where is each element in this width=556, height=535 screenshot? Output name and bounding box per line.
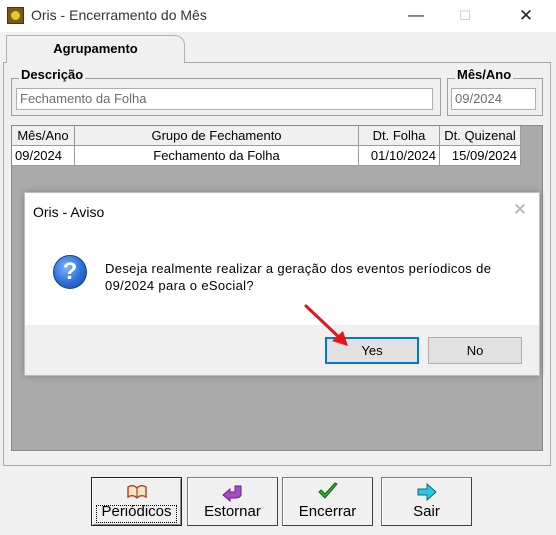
descricao-field[interactable]: Fechamento da Folha: [16, 88, 433, 110]
sair-label: Sair: [413, 503, 440, 520]
periodicos-button[interactable]: Periódicos: [91, 477, 182, 526]
focus-rectangle: [96, 505, 177, 523]
sair-button[interactable]: Sair: [381, 477, 472, 526]
title-bar: Oris - Encerramento do Mês — ☐ ✕: [0, 0, 556, 32]
no-button[interactable]: No: [428, 337, 522, 364]
exit-arrow-icon: [417, 482, 437, 502]
table-cell-grupo[interactable]: Fechamento da Folha: [75, 146, 359, 166]
column-header-dt-folha[interactable]: Dt. Folha: [359, 126, 440, 146]
column-header-grupo[interactable]: Grupo de Fechamento: [75, 126, 359, 146]
estornar-label: Estornar: [204, 503, 261, 520]
column-header-mes-ano[interactable]: Mês/Ano: [12, 126, 75, 146]
estornar-button[interactable]: Estornar: [187, 477, 278, 526]
column-header-dt-quizenal[interactable]: Dt. Quizenal: [440, 126, 521, 146]
dialog-close-button[interactable]: ✕: [509, 199, 531, 221]
app-icon: [7, 7, 24, 24]
table-cell-mes-ano[interactable]: 09/2024: [12, 146, 75, 166]
checkmark-icon: [317, 482, 338, 499]
dialog-message: Deseja realmente realizar a geração dos …: [105, 261, 492, 293]
descricao-label: Descrição: [19, 67, 86, 82]
table-cell-dt-quizenal[interactable]: 15/09/2024: [440, 146, 521, 166]
encerrar-button[interactable]: Encerrar: [282, 477, 373, 526]
encerrar-label: Encerrar: [298, 503, 357, 520]
minimize-button[interactable]: —: [393, 0, 439, 32]
dialog-title: Oris - Aviso: [33, 204, 105, 220]
maximize-button[interactable]: ☐: [442, 0, 488, 32]
window-title: Oris - Encerramento do Mês: [31, 7, 207, 23]
book-icon: [126, 485, 147, 499]
tab-agrupamento[interactable]: Agrupamento: [6, 35, 185, 63]
mes-ano-label: Mês/Ano: [455, 67, 514, 82]
question-icon: ?: [53, 255, 87, 289]
undo-arrow-icon: [221, 485, 241, 502]
close-button[interactable]: ✕: [503, 0, 549, 32]
table-cell-dt-folha[interactable]: 01/10/2024: [359, 146, 440, 166]
confirm-dialog: Oris - Aviso ✕ ? Deseja realmente realiz…: [24, 192, 540, 376]
annotation-arrow-icon: [304, 304, 348, 346]
mes-ano-field[interactable]: 09/2024: [451, 88, 536, 110]
